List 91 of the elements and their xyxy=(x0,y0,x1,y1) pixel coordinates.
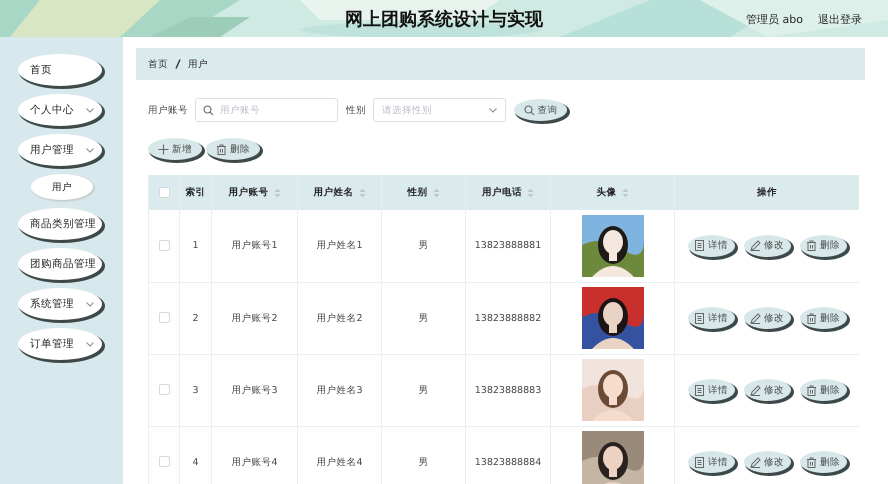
delete-button[interactable]: 删除 xyxy=(206,138,260,160)
table-cell: 男 xyxy=(418,456,428,468)
checkbox[interactable] xyxy=(158,384,170,396)
chevron-down-icon xyxy=(86,148,94,152)
menu-item[interactable]: 订单管理 xyxy=(18,328,102,360)
chevron-down-icon xyxy=(86,342,94,346)
menu-item[interactable]: 团购商品管理 xyxy=(18,248,102,280)
trash-icon xyxy=(806,312,817,324)
details-button[interactable]: 详情 xyxy=(688,451,734,473)
sort-icon xyxy=(274,188,280,198)
column-header[interactable]: 用户姓名 xyxy=(314,186,354,199)
logout-link[interactable]: 退出登录 xyxy=(818,12,862,27)
document-icon xyxy=(694,456,705,468)
table-cell: 男 xyxy=(418,384,428,396)
details-button[interactable]: 详情 xyxy=(688,379,734,401)
table-cell: 用户姓名3 xyxy=(316,384,363,396)
select-field[interactable]: 请选择性别 xyxy=(373,98,506,122)
sort-icon xyxy=(358,188,366,198)
menu-item[interactable]: 首页 xyxy=(18,54,102,86)
trash-icon xyxy=(216,144,227,154)
column-header[interactable]: 性别 xyxy=(408,186,428,199)
column-header[interactable]: 用户电话 xyxy=(482,186,522,199)
column-header[interactable]: 头像 xyxy=(596,186,616,199)
table-cell: 用户账号2 xyxy=(231,312,278,324)
column-header: 操作 xyxy=(757,186,777,199)
table-cell: 用户账号1 xyxy=(231,240,278,252)
search-icon xyxy=(203,105,214,116)
field-label: 用户账号 xyxy=(148,104,188,116)
pencil-icon xyxy=(750,384,761,396)
pencil-icon xyxy=(750,312,761,324)
chevron-down-icon xyxy=(86,302,94,306)
table-cell: 用户姓名1 xyxy=(316,240,363,252)
table-cell: 1 xyxy=(192,240,199,252)
menu-item[interactable]: 个人中心 xyxy=(18,94,102,126)
sort-icon xyxy=(527,188,534,198)
field-label: 性别 xyxy=(346,104,366,116)
menu-item[interactable]: 商品类别管理 xyxy=(18,208,102,240)
checkbox[interactable] xyxy=(158,312,170,324)
sort-icon xyxy=(622,188,628,198)
table-cell: 用户账号3 xyxy=(231,384,278,396)
table-cell: 4 xyxy=(192,456,199,468)
checkbox[interactable] xyxy=(158,240,170,252)
document-icon xyxy=(694,240,705,252)
menu-item[interactable]: 系统管理 xyxy=(18,288,102,320)
table-cell: 2 xyxy=(192,312,199,324)
menu-item[interactable]: 用户管理 xyxy=(18,134,102,166)
breadcrumb-item: 用户 xyxy=(188,58,208,70)
chevron-down-icon xyxy=(489,108,497,113)
edit-button[interactable]: 修改 xyxy=(744,234,790,257)
pencil-icon xyxy=(750,240,761,252)
submenu-item[interactable]: 用户 xyxy=(31,174,93,200)
add-button[interactable]: 新增 xyxy=(148,138,202,160)
chevron-down-icon xyxy=(86,108,94,112)
table-cell: 3 xyxy=(192,384,199,396)
table-cell: 用户账号4 xyxy=(231,456,278,468)
delete-button[interactable]: 删除 xyxy=(800,451,846,473)
table-cell: 用户姓名2 xyxy=(316,312,363,324)
table-cell: 用户姓名4 xyxy=(316,456,363,468)
details-button[interactable]: 详情 xyxy=(688,234,734,257)
edit-button[interactable]: 修改 xyxy=(744,307,790,329)
table-cell: 13823888883 xyxy=(474,384,542,396)
plus-icon xyxy=(158,144,169,154)
document-icon xyxy=(694,384,705,396)
edit-button[interactable]: 修改 xyxy=(744,451,790,473)
delete-button[interactable]: 删除 xyxy=(800,234,846,257)
column-header: 索引 xyxy=(186,186,206,199)
slash-icon xyxy=(175,59,181,69)
edit-button[interactable]: 修改 xyxy=(744,379,790,401)
user-label: 管理员 abo xyxy=(746,12,803,27)
search-icon xyxy=(524,104,534,116)
checkbox[interactable] xyxy=(158,456,170,468)
details-button[interactable]: 详情 xyxy=(688,307,734,329)
delete-button[interactable]: 删除 xyxy=(800,379,846,401)
table-cell: 男 xyxy=(418,240,428,252)
trash-icon xyxy=(806,240,817,252)
delete-button[interactable]: 删除 xyxy=(800,307,846,329)
trash-icon xyxy=(806,456,817,468)
search-field[interactable]: 用户账号 xyxy=(195,98,338,122)
breadcrumb-item[interactable]: 首页 xyxy=(148,58,168,70)
column-header[interactable]: 用户账号 xyxy=(228,186,268,199)
app-title: 网上团购系统设计与实现 xyxy=(345,8,543,30)
search-button[interactable]: 查询 xyxy=(514,99,567,121)
pencil-icon xyxy=(750,456,761,468)
table-cell: 13823888884 xyxy=(474,456,542,468)
table-cell: 13823888882 xyxy=(474,312,542,324)
table-cell: 男 xyxy=(418,312,428,324)
trash-icon xyxy=(806,384,817,396)
table-cell: 13823888881 xyxy=(474,240,542,252)
document-icon xyxy=(694,312,705,324)
checkbox[interactable] xyxy=(158,186,170,198)
sort-icon xyxy=(432,188,440,198)
